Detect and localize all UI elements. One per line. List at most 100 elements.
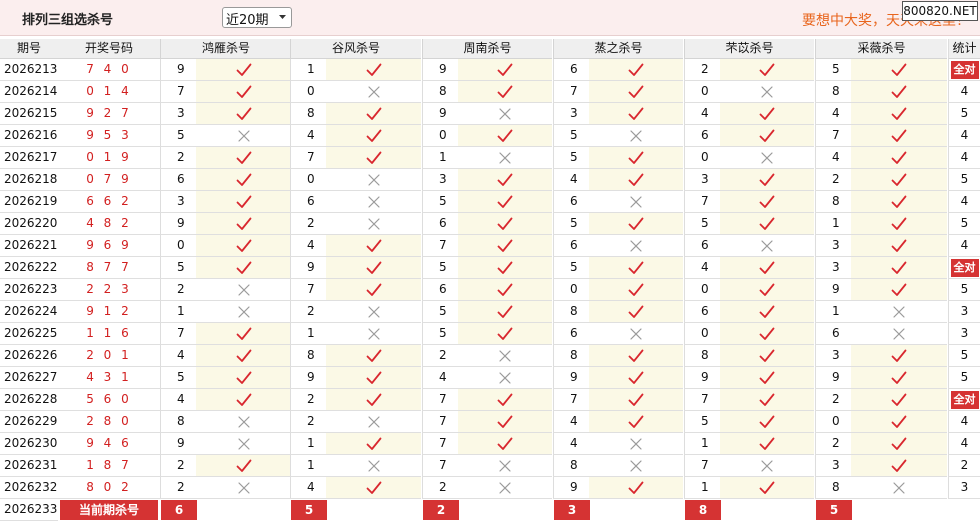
draw-number-cell: 5 6 0 (58, 389, 160, 411)
stats-cell: 4 (948, 433, 980, 455)
hit-mark-cell (326, 389, 421, 411)
miss-mark-cell (720, 81, 814, 103)
miss-mark-cell (458, 345, 552, 367)
kill-value-cell: 4 (815, 147, 851, 169)
hit-mark-cell (851, 103, 947, 125)
kill-value-cell: 9 (553, 367, 589, 389)
hit-mark-cell (326, 59, 421, 81)
current-kill-label: 当前期杀号 (58, 499, 160, 521)
hit-count: 4 (960, 436, 969, 450)
kill-value-cell: 8 (815, 477, 851, 499)
kill-value-cell: 5 (815, 59, 851, 81)
check-icon (497, 195, 513, 208)
check-icon (891, 415, 907, 428)
draw-number-cell: 4 3 1 (58, 367, 160, 389)
hit-mark-cell (851, 433, 947, 455)
kill-value-cell: 0 (815, 411, 851, 433)
cross-icon (630, 129, 642, 142)
kill-value-cell: 1 (290, 455, 326, 477)
hit-mark-cell (326, 279, 421, 301)
cross-icon (761, 85, 773, 98)
kill-value-cell: 3 (815, 257, 851, 279)
stats-cell: 3 (948, 477, 980, 499)
kill-value-cell: 5 (553, 213, 589, 235)
kill-value-cell: 9 (684, 367, 720, 389)
kill-value-cell: 5 (160, 257, 196, 279)
table-row: 2026224 9 1 21258613 (0, 301, 980, 323)
cross-icon (499, 459, 511, 472)
stats-cell: 5 (948, 345, 980, 367)
miss-mark-cell (851, 477, 947, 499)
miss-mark-cell (196, 433, 291, 455)
miss-mark-cell (589, 455, 683, 477)
kill-value-cell: 0 (290, 169, 326, 191)
hit-mark-cell (720, 103, 814, 125)
miss-mark-cell (720, 235, 814, 257)
period-cell: 2026219 (0, 191, 58, 213)
period-cell: 2026231 (0, 455, 58, 477)
hit-mark-cell (851, 169, 947, 191)
hit-mark-cell (589, 411, 683, 433)
current-kill-value: 8 (684, 499, 721, 521)
miss-mark-cell (458, 103, 552, 125)
miss-mark-cell (326, 301, 421, 323)
hit-mark-cell (851, 59, 947, 81)
kill-value-cell: 0 (684, 147, 720, 169)
hit-mark-cell (851, 81, 947, 103)
cross-icon (367, 415, 380, 428)
check-icon (759, 481, 775, 494)
draw-number-cell: 9 5 3 (58, 125, 160, 147)
check-icon (759, 393, 775, 406)
hit-mark-cell (720, 213, 814, 235)
period-range-select[interactable]: 近20期 (222, 7, 292, 28)
kill-value-cell: 1 (290, 433, 326, 455)
hit-mark-cell (720, 433, 814, 455)
draw-number-cell: 8 0 2 (58, 477, 160, 499)
check-icon (366, 63, 381, 76)
hit-mark-cell (720, 477, 814, 499)
table-header-row: 期号 开奖号码 鸿雁杀号 谷风杀号 周南杀号 蒸之杀号 芣苡杀号 采薇杀号 统计 (0, 39, 980, 59)
cross-icon (761, 151, 773, 164)
draw-number-cell: 2 2 3 (58, 279, 160, 301)
hit-mark-cell (720, 257, 814, 279)
check-icon (366, 393, 381, 406)
hit-mark-cell (720, 411, 814, 433)
table-row: 2026223 2 2 32 7 6 0 0 9 5 (0, 279, 980, 301)
cross-icon (367, 173, 380, 186)
kill-value-cell: 2 (422, 477, 458, 499)
hit-mark-cell (589, 345, 683, 367)
table-row: 2026219 6 6 23 6 5 6 7 8 4 (0, 191, 980, 213)
kill-value-cell: 2 (422, 345, 458, 367)
kill-value-cell: 3 (553, 103, 589, 125)
stats-cell: 4 (948, 191, 980, 213)
check-icon (497, 261, 513, 274)
check-icon (497, 393, 513, 406)
cross-icon (630, 239, 642, 252)
table-row: 2026217 0 1 92 7 1 5 0 4 4 (0, 147, 980, 169)
current-kill-number: 5 (291, 500, 327, 520)
kill-value-cell: 7 (815, 125, 851, 147)
check-icon (759, 371, 775, 384)
table-row: 2026228 5 6 0 4 2 7 7 7 2 全对 (0, 389, 980, 411)
check-icon (366, 129, 381, 142)
kill-value-cell: 1 (290, 59, 326, 81)
page-title: 排列三组选杀号 (22, 13, 114, 28)
hit-mark-cell (589, 477, 683, 499)
chevron-down-icon (279, 15, 286, 19)
kill-value-cell: 7 (160, 81, 196, 103)
kill-value-cell: 6 (553, 191, 589, 213)
kill-value-cell: 6 (160, 169, 196, 191)
check-icon (497, 85, 513, 98)
kill-value-cell: 4 (422, 367, 458, 389)
hit-mark-cell (851, 191, 947, 213)
kill-value-cell: 6 (684, 235, 720, 257)
hit-mark-cell (851, 147, 947, 169)
kill-value-cell: 5 (422, 323, 458, 345)
stats-cell: 5 (948, 367, 980, 389)
kill-value-cell: 7 (290, 147, 326, 169)
check-icon (236, 349, 251, 362)
period-cell: 2026226 (0, 345, 58, 367)
table-row: 2026216 9 5 35405674 (0, 125, 980, 147)
check-icon (236, 459, 251, 472)
hit-mark-cell (196, 103, 291, 125)
